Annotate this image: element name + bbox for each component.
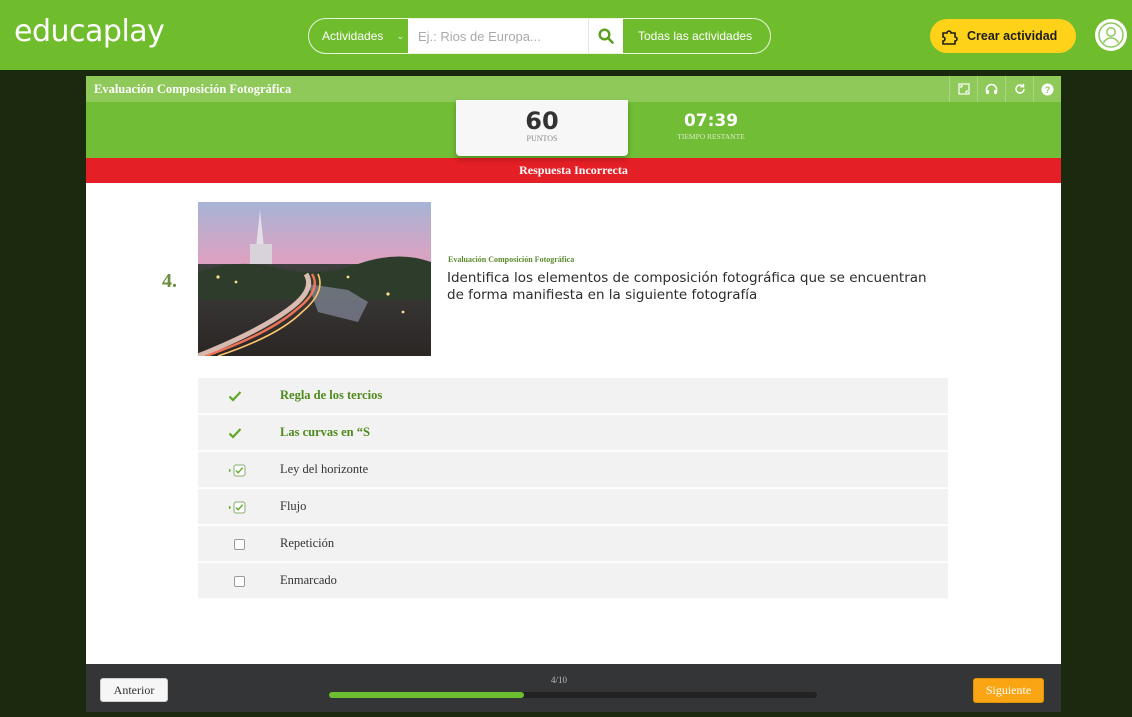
feedback-banner: Respuesta Incorrecta xyxy=(86,158,1061,183)
answer-option-2[interactable]: Las curvas en “S xyxy=(198,415,948,451)
checked-checkbox-icon[interactable] xyxy=(228,463,248,477)
help-icon: ? xyxy=(1041,83,1054,95)
activity-toolbar: ? xyxy=(949,76,1061,102)
timer-label: TIEMPO RESTANTE xyxy=(677,132,745,141)
search-button[interactable] xyxy=(588,19,623,53)
fullscreen-icon xyxy=(957,83,970,95)
answer-option-label: Flujo xyxy=(280,499,307,513)
checkbox[interactable] xyxy=(228,574,248,588)
checked-checkbox-icon[interactable] xyxy=(228,500,248,514)
activity-title: Evaluación Composición Fotográfica xyxy=(94,81,292,96)
top-navbar: educaplay Actividades ⌄ Todas las activi… xyxy=(0,0,1132,70)
progress-label: 4/10 xyxy=(551,675,568,685)
search-input[interactable] xyxy=(408,19,588,53)
question-number: 4. xyxy=(162,270,177,292)
question-photo xyxy=(198,202,431,356)
category-select-label: Actividades xyxy=(322,29,384,43)
category-select[interactable]: Actividades ⌄ xyxy=(309,19,408,53)
timer-value: 07:39 xyxy=(683,111,739,131)
answer-option-label: Ley del horizonte xyxy=(280,462,369,476)
progress-bar xyxy=(329,692,817,698)
timer: 07:39 TIEMPO RESTANTE xyxy=(646,110,776,141)
previous-button[interactable]: Anterior xyxy=(100,678,168,702)
search-icon xyxy=(598,28,614,44)
all-activities-link[interactable]: Todas las actividades xyxy=(623,19,770,53)
activity-panel: Evaluación Composición Fotográfica ? 60 … xyxy=(86,76,1061,712)
user-icon xyxy=(1098,22,1124,48)
help-button[interactable]: ? xyxy=(1033,76,1061,102)
checkbox[interactable] xyxy=(228,537,248,551)
answer-option-label: Regla de los tercios xyxy=(280,388,383,402)
check-icon xyxy=(228,426,248,440)
score-bar: 60 PUNTOS 07:39 TIEMPO RESTANTE xyxy=(86,100,1061,158)
answer-option-1[interactable]: Regla de los tercios xyxy=(198,378,948,414)
score-value: 60 xyxy=(525,107,559,135)
chevron-down-icon: ⌄ xyxy=(396,31,404,41)
next-button[interactable]: Siguiente xyxy=(973,678,1044,703)
answer-options: Regla de los tercios Las curvas en “S Le… xyxy=(198,378,948,600)
sound-button[interactable] xyxy=(977,76,1005,102)
user-avatar[interactable] xyxy=(1095,19,1127,51)
activity-title-bar: Evaluación Composición Fotográfica ? xyxy=(86,76,1061,102)
answer-option-3[interactable]: Ley del horizonte xyxy=(198,452,948,488)
answer-option-5[interactable]: Repetición xyxy=(198,526,948,562)
restart-button[interactable] xyxy=(1005,76,1033,102)
progress-fill xyxy=(329,692,525,698)
logo-text-a: educa xyxy=(14,14,103,49)
answer-option-label: Las curvas en “S xyxy=(280,425,370,439)
educaplay-logo[interactable]: educaplay xyxy=(14,14,165,49)
score-card: 60 PUNTOS xyxy=(456,100,628,156)
check-icon xyxy=(228,389,248,403)
headphones-icon xyxy=(985,83,998,94)
answer-option-4[interactable]: Flujo xyxy=(198,489,948,525)
create-activity-button[interactable]: Crear actividad xyxy=(930,19,1076,53)
create-activity-label: Crear actividad xyxy=(967,29,1058,43)
score-label: PUNTOS xyxy=(526,134,558,143)
svg-text:?: ? xyxy=(1045,84,1051,94)
search-bar: Actividades ⌄ Todas las actividades xyxy=(308,18,771,54)
question-subtitle: Evaluación Composición Fotográfica xyxy=(448,255,575,264)
logo-text-b: play xyxy=(102,14,165,49)
bottom-navigation: Anterior 4/10 Siguiente xyxy=(86,664,1061,712)
answer-option-label: Enmarcado xyxy=(280,573,337,587)
answer-option-label: Repetición xyxy=(280,536,335,550)
question-text: Identifica los elementos de composición … xyxy=(447,270,927,303)
fullscreen-button[interactable] xyxy=(949,76,977,102)
answer-option-6[interactable]: Enmarcado xyxy=(198,563,948,599)
puzzle-icon xyxy=(942,30,958,45)
refresh-icon xyxy=(1014,83,1025,94)
